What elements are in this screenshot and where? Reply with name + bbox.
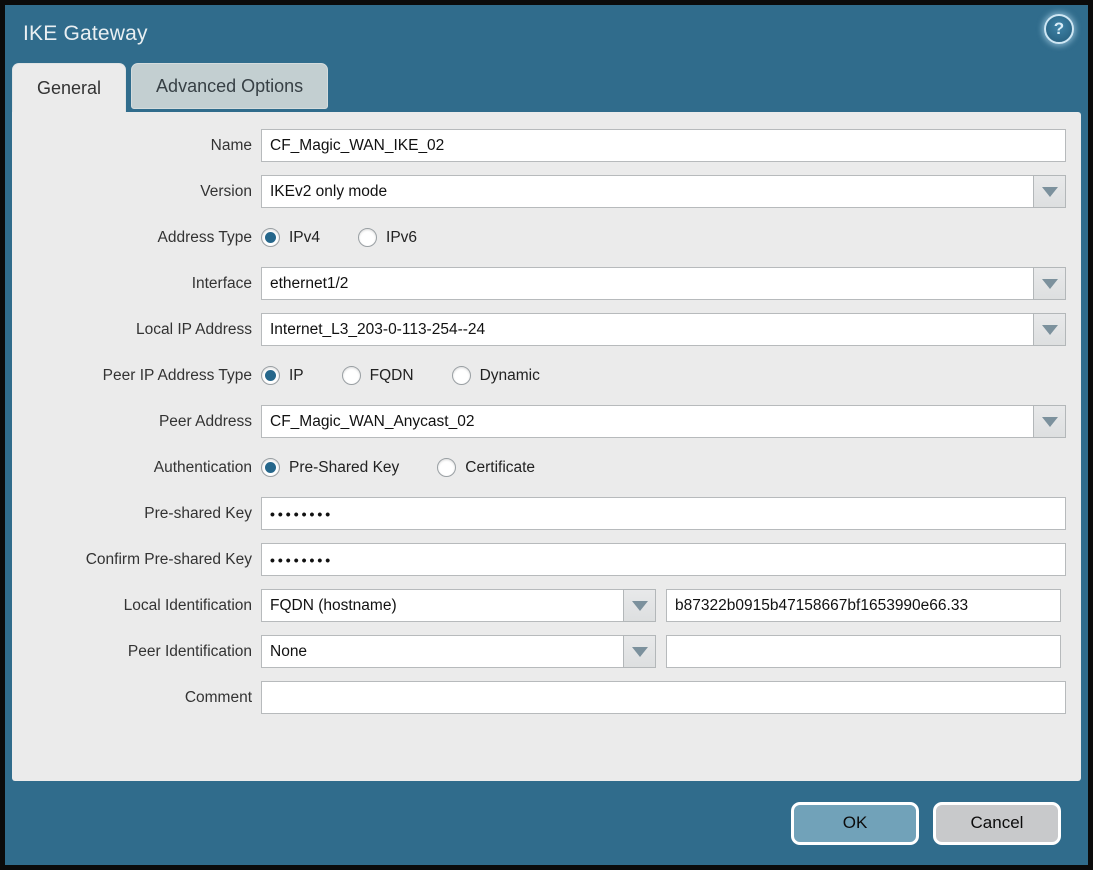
local-identification-type-dropdown: FQDN (hostname)	[261, 589, 656, 622]
address-type-label: Address Type	[12, 229, 261, 247]
confirm-pre-shared-key-row: Confirm Pre-shared Key ••••••••	[12, 543, 1066, 576]
radio-label: Dynamic	[480, 367, 540, 385]
interface-dropdown-value[interactable]: ethernet1/2	[261, 267, 1033, 300]
radio-option-ipv6[interactable]: IPv6	[358, 228, 417, 247]
local-identification-row: Local Identification FQDN (hostname) b87…	[12, 589, 1066, 622]
general-tab-panel: Name CF_Magic_WAN_IKE_02 Version IKEv2 o…	[12, 112, 1081, 781]
radio-label: Certificate	[465, 459, 535, 477]
peer-address-dropdown-button[interactable]	[1033, 405, 1066, 438]
chevron-down-icon	[1042, 417, 1058, 427]
peer-address-dropdown: CF_Magic_WAN_Anycast_02	[261, 405, 1066, 438]
authentication-label: Authentication	[12, 459, 261, 477]
address-type-row: Address Type IPv4 IPv6	[12, 221, 1066, 254]
radio-icon	[261, 228, 280, 247]
chevron-down-icon	[1042, 187, 1058, 197]
radio-option-dynamic[interactable]: Dynamic	[452, 366, 540, 385]
radio-label: IPv4	[289, 229, 320, 247]
address-type-radio-group: IPv4 IPv6	[261, 228, 417, 247]
peer-address-dropdown-value[interactable]: CF_Magic_WAN_Anycast_02	[261, 405, 1033, 438]
pre-shared-key-row: Pre-shared Key ••••••••	[12, 497, 1066, 530]
local-ip-address-row: Local IP Address Internet_L3_203-0-113-2…	[12, 313, 1066, 346]
pre-shared-key-input[interactable]: ••••••••	[261, 497, 1066, 530]
local-ip-address-dropdown-button[interactable]	[1033, 313, 1066, 346]
comment-row: Comment	[12, 681, 1066, 714]
interface-dropdown: ethernet1/2	[261, 267, 1066, 300]
radio-icon	[342, 366, 361, 385]
comment-label: Comment	[12, 689, 261, 707]
local-identification-value-input[interactable]: b87322b0915b47158667bf1653990e66.33	[666, 589, 1061, 622]
local-identification-type-value[interactable]: FQDN (hostname)	[261, 589, 623, 622]
confirm-pre-shared-key-input[interactable]: ••••••••	[261, 543, 1066, 576]
radio-label: Pre-Shared Key	[289, 459, 399, 477]
dialog-footer: OK Cancel	[5, 781, 1088, 865]
radio-label: IP	[289, 367, 304, 385]
peer-ip-address-type-row: Peer IP Address Type IP FQDN Dynamic	[12, 359, 1066, 392]
tabstrip: General Advanced Options	[5, 63, 1088, 112]
peer-identification-type-value[interactable]: None	[261, 635, 623, 668]
ok-button[interactable]: OK	[791, 802, 919, 845]
local-ip-address-dropdown: Internet_L3_203-0-113-254--24	[261, 313, 1066, 346]
radio-icon	[261, 458, 280, 477]
interface-dropdown-button[interactable]	[1033, 267, 1066, 300]
radio-option-pre-shared-key[interactable]: Pre-Shared Key	[261, 458, 399, 477]
radio-option-certificate[interactable]: Certificate	[437, 458, 535, 477]
dialog-title: IKE Gateway	[23, 22, 148, 46]
version-row: Version IKEv2 only mode	[12, 175, 1066, 208]
tab-advanced-options[interactable]: Advanced Options	[131, 63, 328, 109]
radio-icon	[261, 366, 280, 385]
chevron-down-icon	[1042, 279, 1058, 289]
authentication-radio-group: Pre-Shared Key Certificate	[261, 458, 535, 477]
peer-address-row: Peer Address CF_Magic_WAN_Anycast_02	[12, 405, 1066, 438]
tab-advanced-options-label: Advanced Options	[156, 76, 303, 97]
help-icon-glyph: ?	[1054, 19, 1064, 39]
local-identification-dropdown-button[interactable]	[623, 589, 656, 622]
chevron-down-icon	[632, 601, 648, 611]
radio-icon	[358, 228, 377, 247]
peer-identification-label: Peer Identification	[12, 643, 261, 661]
confirm-pre-shared-key-label: Confirm Pre-shared Key	[12, 551, 261, 569]
version-dropdown: IKEv2 only mode	[261, 175, 1066, 208]
interface-row: Interface ethernet1/2	[12, 267, 1066, 300]
tab-general[interactable]: General	[12, 63, 126, 112]
comment-input[interactable]	[261, 681, 1066, 714]
peer-identification-dropdown-button[interactable]	[623, 635, 656, 668]
dialog-titlebar: IKE Gateway ?	[5, 5, 1088, 63]
peer-ip-address-type-radio-group: IP FQDN Dynamic	[261, 366, 540, 385]
version-dropdown-button[interactable]	[1033, 175, 1066, 208]
radio-option-fqdn[interactable]: FQDN	[342, 366, 414, 385]
name-row: Name CF_Magic_WAN_IKE_02	[12, 129, 1066, 162]
chevron-down-icon	[1042, 325, 1058, 335]
peer-identification-value-input[interactable]	[666, 635, 1061, 668]
cancel-button[interactable]: Cancel	[933, 802, 1061, 845]
pre-shared-key-label: Pre-shared Key	[12, 505, 261, 523]
version-label: Version	[12, 183, 261, 201]
peer-identification-type-dropdown: None	[261, 635, 656, 668]
chevron-down-icon	[632, 647, 648, 657]
peer-address-label: Peer Address	[12, 413, 261, 431]
radio-icon	[452, 366, 471, 385]
ike-gateway-dialog: IKE Gateway ? General Advanced Options N…	[0, 0, 1093, 870]
name-input[interactable]: CF_Magic_WAN_IKE_02	[261, 129, 1066, 162]
peer-ip-address-type-label: Peer IP Address Type	[12, 367, 261, 385]
radio-label: FQDN	[370, 367, 414, 385]
tab-general-label: General	[37, 78, 101, 99]
interface-label: Interface	[12, 275, 261, 293]
help-icon[interactable]: ?	[1044, 14, 1074, 44]
radio-option-ip[interactable]: IP	[261, 366, 304, 385]
name-label: Name	[12, 137, 261, 155]
radio-option-ipv4[interactable]: IPv4	[261, 228, 320, 247]
radio-label: IPv6	[386, 229, 417, 247]
radio-icon	[437, 458, 456, 477]
local-ip-address-label: Local IP Address	[12, 321, 261, 339]
local-identification-label: Local Identification	[12, 597, 261, 615]
peer-identification-row: Peer Identification None	[12, 635, 1066, 668]
authentication-row: Authentication Pre-Shared Key Certificat…	[12, 451, 1066, 484]
version-dropdown-value[interactable]: IKEv2 only mode	[261, 175, 1033, 208]
local-ip-address-dropdown-value[interactable]: Internet_L3_203-0-113-254--24	[261, 313, 1033, 346]
